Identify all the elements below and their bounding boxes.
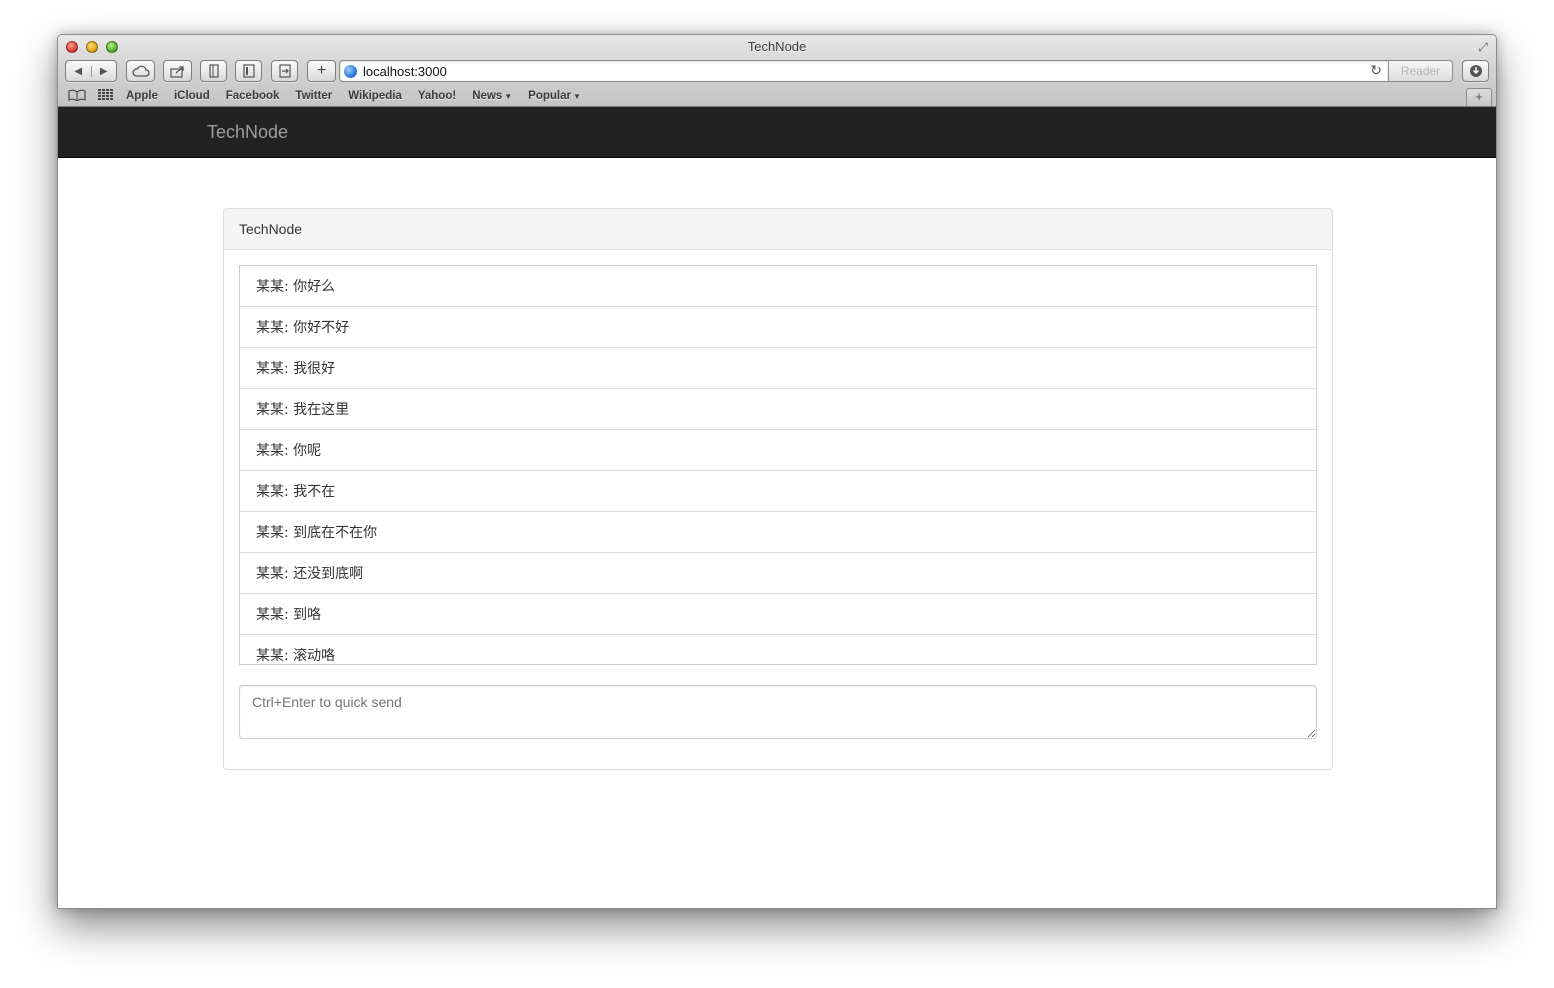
bookmark-folder-news-label: News [472,90,503,102]
reader-button[interactable]: Reader [1389,60,1453,82]
message-item: 某某: 我不在 [240,471,1316,512]
message-item: 某某: 到咯 [240,594,1316,635]
message-item: 某某: 我很好 [240,348,1316,389]
export-icon [278,64,291,78]
open-book-icon[interactable] [68,89,86,104]
reload-icon[interactable]: ↻ [1370,62,1382,79]
bookmark-icloud[interactable]: iCloud [174,90,210,102]
panel-heading: TechNode [224,209,1332,250]
message-item: 某某: 到底在不在你 [240,512,1316,553]
fullscreen-icon[interactable]: ⤢ [1476,40,1490,54]
downloads-button[interactable] [1462,60,1489,82]
download-page-button[interactable] [271,60,298,82]
back-button[interactable]: ◀ [66,65,92,77]
browser-window: TechNode ⤢ ◀ ▶ + localhost:3000 ↻ Reader… [57,34,1497,909]
chevron-down-icon: ▼ [572,92,581,101]
chevron-down-icon: ▼ [504,92,513,101]
message-input[interactable] [239,685,1317,739]
window-title: TechNode [747,39,807,54]
icloud-tabs-button[interactable] [126,60,155,82]
message-item: 某某: 还没到底啊 [240,553,1316,594]
navbar-brand[interactable]: TechNode [207,122,288,143]
top-sites-button[interactable] [235,60,262,82]
reading-list-button[interactable] [200,60,227,82]
cloud-icon [132,65,150,77]
bookmark-folder-popular-label: Popular [528,90,571,102]
address-bar[interactable]: localhost:3000 ↻ [339,60,1389,82]
share-button[interactable] [163,60,192,82]
back-forward-buttons: ◀ ▶ [65,60,117,82]
bookmark-yahoo[interactable]: Yahoo! [418,90,456,102]
bookmark-facebook[interactable]: Facebook [226,90,280,102]
browser-chrome: TechNode ⤢ ◀ ▶ + localhost:3000 ↻ Reader… [58,35,1496,107]
bookmark-folder-news[interactable]: News ▼ [472,90,512,102]
sidebar-book-icon [242,64,255,78]
grid-icon[interactable] [98,88,114,104]
message-item: 某某: 你呢 [240,430,1316,471]
bookmarks-bar: Apple iCloud Facebook Twitter Wikipedia … [58,86,1496,106]
bookmark-folder-popular[interactable]: Popular ▼ [528,90,581,102]
globe-icon [344,64,357,78]
bookmark-wikipedia[interactable]: Wikipedia [348,90,402,102]
bookmark-twitter[interactable]: Twitter [295,90,332,102]
message-list[interactable]: 某某: 你好么 某某: 你好不好 某某: 我很好 某某: 我在这里 某某: 你呢… [239,265,1317,665]
forward-button[interactable]: ▶ [92,66,117,77]
plus-icon: + [316,62,327,79]
message-item: 某某: 滚动咯 [240,635,1316,664]
message-item: 某某: 你好不好 [240,307,1316,348]
download-icon [1469,65,1482,77]
url-text[interactable]: localhost:3000 [363,64,447,79]
message-item: 某某: 我在这里 [240,389,1316,430]
new-tab-button[interactable]: + [307,60,336,82]
book-icon [208,64,219,78]
share-icon [169,65,184,78]
message-item: 某某: 你好么 [240,266,1316,307]
chat-panel: TechNode 某某: 你好么 某某: 你好不好 某某: 我很好 某某: 我在… [223,208,1333,770]
add-tab-plus-icon[interactable]: + [1466,88,1492,106]
bookmark-apple[interactable]: Apple [126,90,158,102]
site-navbar: TechNode [58,107,1496,158]
